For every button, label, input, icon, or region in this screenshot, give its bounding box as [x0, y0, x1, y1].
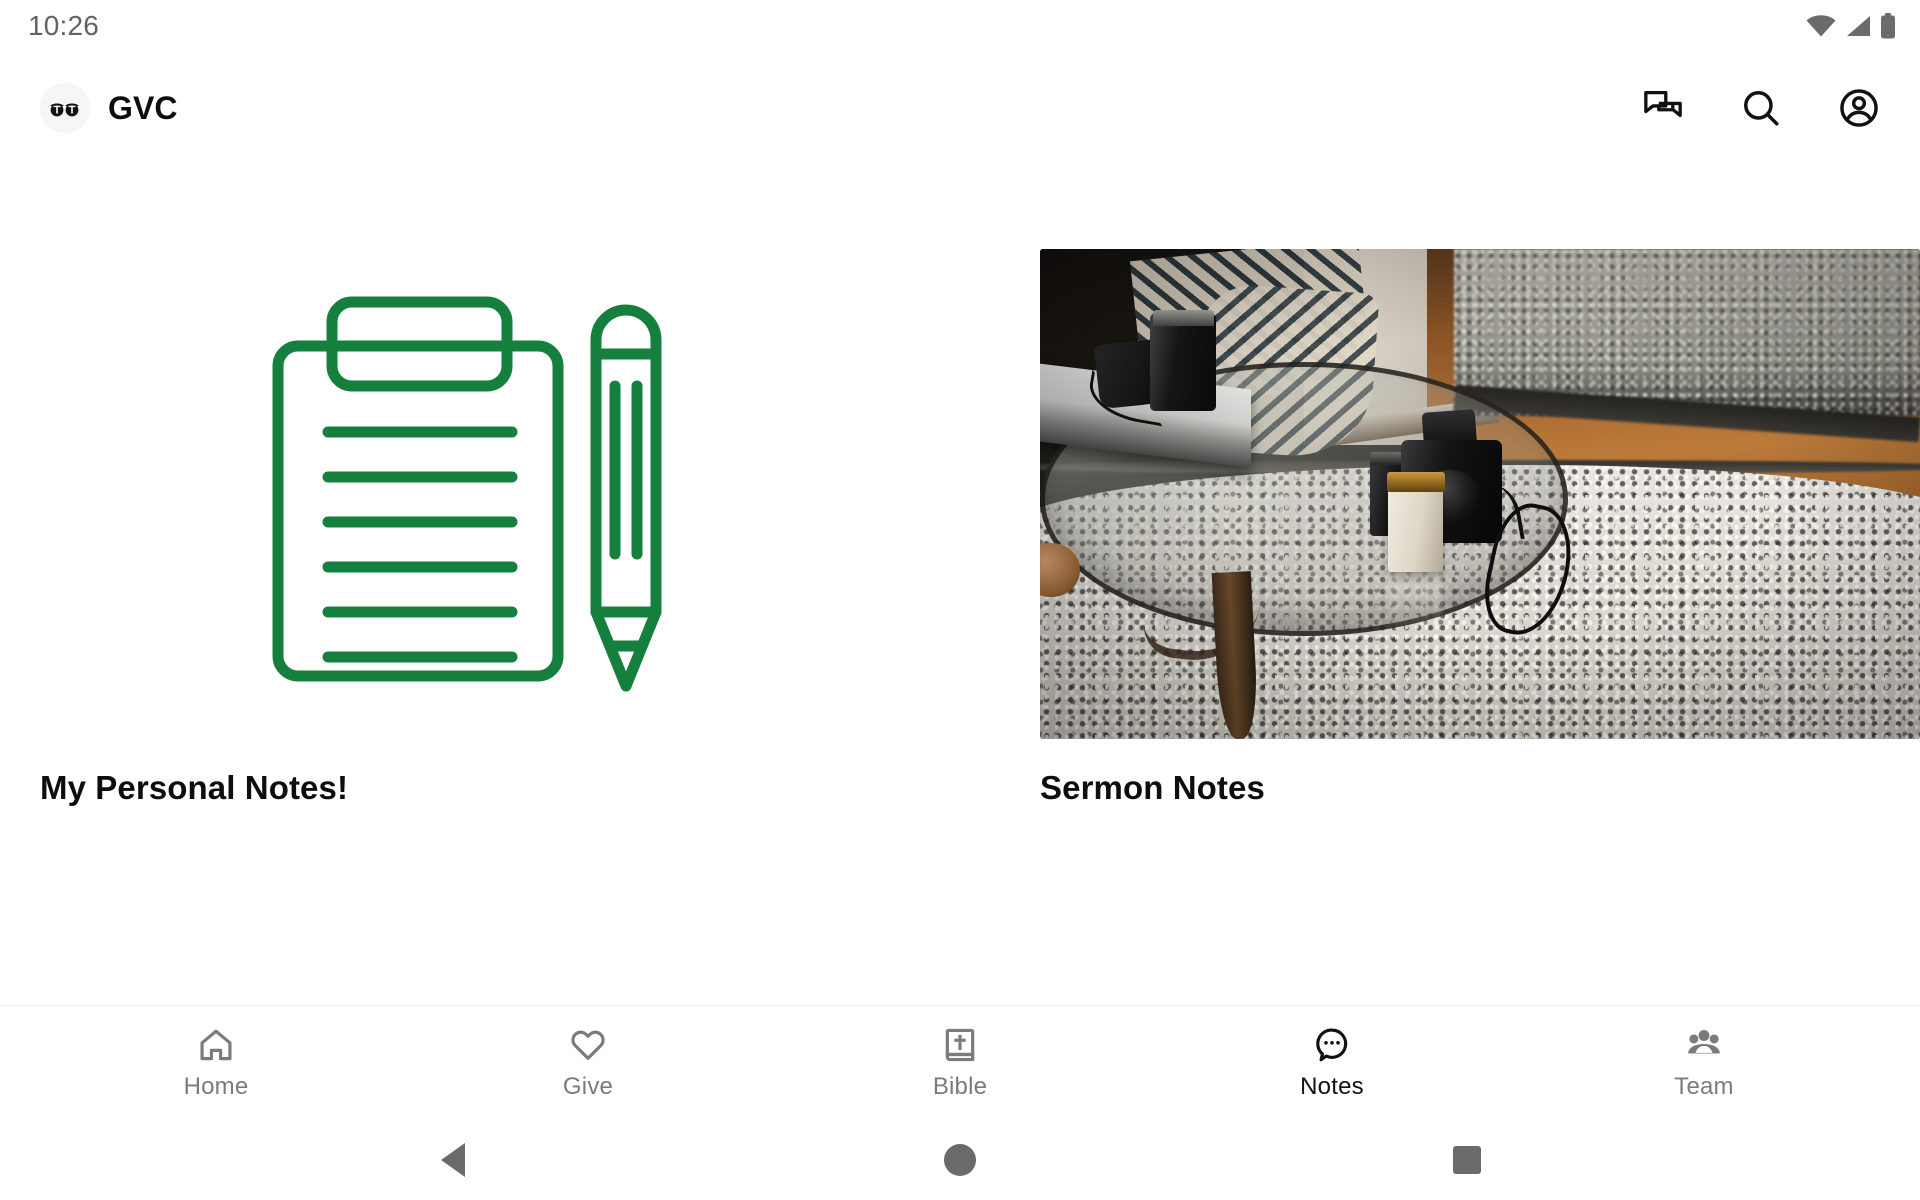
brand-group[interactable]: GVC: [40, 83, 178, 133]
notes-bubble-icon: [1313, 1026, 1351, 1064]
nav-label: Notes: [1300, 1072, 1364, 1100]
nav-item-bible[interactable]: Bible: [860, 1026, 1060, 1101]
status-bar-clock: 10:26: [28, 10, 100, 41]
wifi-icon: [1806, 15, 1836, 37]
note-card-title: My Personal Notes!: [40, 769, 349, 806]
note-card-sermon[interactable]: Sermon Notes: [1040, 249, 1920, 807]
nav-item-notes[interactable]: Notes: [1232, 1026, 1432, 1101]
messages-icon[interactable]: [1640, 85, 1686, 131]
notes-card-list: My Personal Notes! Sermon Notes: [40, 164, 1920, 807]
app-header: GVC: [0, 52, 1920, 164]
heart-icon: [569, 1026, 607, 1064]
coffee-table-cameras-photo: [1040, 249, 1920, 739]
header-actions: [1640, 85, 1882, 131]
circle-home-icon: [943, 1144, 976, 1176]
android-system-navigation: [0, 1120, 1920, 1200]
clipboard-pencil-icon: [40, 249, 920, 739]
nav-label: Bible: [932, 1072, 988, 1100]
bottom-navigation-bar: Home Give Bible Notes Team: [0, 1005, 1920, 1120]
square-recents-icon: [1452, 1146, 1481, 1174]
search-icon[interactable]: [1738, 85, 1784, 131]
app-title: GVC: [108, 89, 178, 126]
battery-icon: [1880, 13, 1896, 39]
status-bar: 10:26: [0, 0, 1920, 52]
nav-item-team[interactable]: Team: [1604, 1026, 1804, 1101]
nav-label: Team: [1674, 1072, 1734, 1100]
triangle-back-icon: [441, 1143, 466, 1177]
android-home-button[interactable]: [925, 1136, 995, 1184]
app-screen: 10:26 GVC My Personal Notes! Sermon Note…: [0, 0, 1920, 1200]
cellular-signal-icon: [1845, 15, 1871, 37]
status-bar-icons: [1806, 13, 1896, 39]
android-recents-button[interactable]: [1432, 1136, 1502, 1184]
nav-item-give[interactable]: Give: [488, 1026, 688, 1101]
note-card-title: Sermon Notes: [1040, 769, 1265, 806]
team-people-icon: [1685, 1026, 1723, 1064]
account-icon[interactable]: [1836, 85, 1882, 131]
android-back-button[interactable]: [418, 1136, 488, 1184]
nav-label: Give: [562, 1072, 614, 1100]
bible-book-icon: [941, 1026, 979, 1064]
home-icon: [197, 1026, 235, 1064]
gvc-logo-icon: [40, 83, 90, 133]
nav-item-home[interactable]: Home: [116, 1026, 316, 1101]
note-card-personal[interactable]: My Personal Notes!: [40, 249, 920, 807]
notes-content: My Personal Notes! Sermon Notes: [0, 164, 1920, 1005]
nav-label: Home: [183, 1072, 249, 1100]
